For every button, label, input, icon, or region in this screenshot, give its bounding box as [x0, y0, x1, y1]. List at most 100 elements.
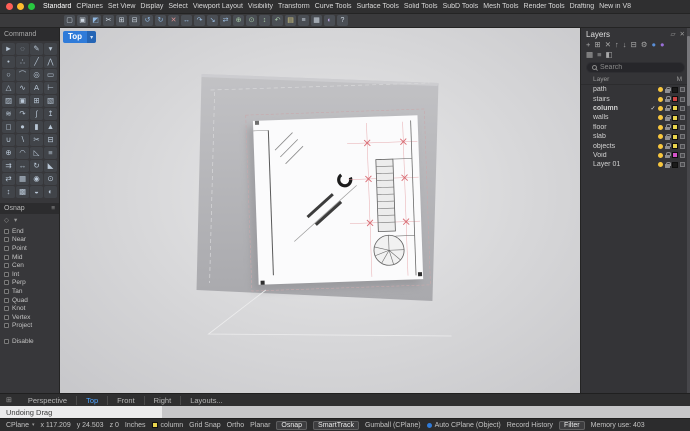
cplane-selector[interactable]: CPlane ▾ [6, 422, 34, 429]
osnap-checkbox[interactable] [4, 255, 9, 260]
toolbar-icon[interactable]: ↶ [272, 15, 283, 26]
tool-icon[interactable]: ► [2, 43, 15, 55]
layer-color-chip[interactable] [672, 152, 678, 158]
tool-icon[interactable]: A [30, 82, 43, 94]
layer-lock-icon[interactable] [665, 152, 670, 158]
gumball-toggle[interactable]: Gumball (CPlane) [365, 422, 421, 429]
menu-item[interactable]: Mesh Tools [483, 3, 518, 10]
tool-icon[interactable]: ⊞ [30, 95, 43, 107]
tool-icon[interactable]: ∫ [30, 108, 43, 120]
toolbar-icon[interactable]: ↷ [194, 15, 205, 26]
tool-icon[interactable]: ⊟ [44, 134, 57, 146]
osnap-option[interactable]: End [4, 227, 55, 236]
layer-lock-icon[interactable] [665, 124, 670, 130]
tool-icon[interactable]: ◠ [16, 147, 29, 159]
tool-icon[interactable]: ↻ [30, 160, 43, 172]
menu-item[interactable]: Display [140, 3, 163, 10]
tool-icon[interactable]: ▨ [2, 95, 15, 107]
menu-item[interactable]: Set View [108, 3, 136, 10]
layer-row[interactable]: column ✓ [581, 104, 690, 113]
layer-color-chip[interactable] [672, 143, 678, 149]
osnap-icon[interactable]: ▾ [14, 216, 17, 224]
layer-row[interactable]: floor [581, 123, 690, 132]
menu-item[interactable]: Transform [278, 3, 310, 10]
tool-icon[interactable]: ▩ [16, 186, 29, 198]
layer-visibility-bulb-icon[interactable] [658, 125, 663, 130]
osnap-option[interactable]: Knot [4, 304, 55, 313]
layers-view-icon[interactable]: ≡ [597, 51, 601, 59]
layer-search-box[interactable] [586, 62, 685, 73]
tool-icon[interactable]: ✎ [30, 43, 43, 55]
tool-icon[interactable]: ⇉ [2, 160, 15, 172]
tool-icon[interactable]: ↕ [2, 186, 15, 198]
layer-search-input[interactable] [600, 64, 672, 71]
layer-material-chip[interactable] [680, 134, 685, 139]
layers-toolbar-icon[interactable]: ✕ [605, 41, 611, 49]
layers-toolbar-icon[interactable]: ⚙ [641, 41, 648, 49]
layer-lock-icon[interactable] [665, 143, 670, 149]
menu-item[interactable]: Render Tools [524, 3, 565, 10]
viewport-tab[interactable]: Front [107, 396, 144, 405]
tool-icon[interactable]: • [2, 56, 15, 68]
layer-color-chip[interactable] [672, 134, 678, 140]
tool-icon[interactable]: ⋀ [44, 56, 57, 68]
layer-visibility-bulb-icon[interactable] [658, 106, 663, 111]
tool-icon[interactable]: △ [2, 82, 15, 94]
osnap-checkbox[interactable] [4, 237, 9, 242]
layer-row[interactable]: stairs [581, 94, 690, 103]
layer-visibility-bulb-icon[interactable] [658, 87, 663, 92]
layer-visibility-bulb-icon[interactable] [658, 97, 663, 102]
viewport-tab[interactable]: Right [144, 396, 181, 405]
menu-item[interactable]: Select [168, 3, 187, 10]
layer-lock-icon[interactable] [665, 87, 670, 93]
layer-color-chip[interactable] [672, 124, 678, 130]
layer-material-chip[interactable] [680, 125, 685, 130]
layer-row[interactable]: objects [581, 141, 690, 150]
toolbar-icon[interactable]: ↕ [259, 15, 270, 26]
toolbar-icon[interactable]: ⊟ [129, 15, 140, 26]
toolbar-icon[interactable]: ↺ [142, 15, 153, 26]
viewport-layout-icon[interactable]: ⊞ [6, 396, 12, 404]
tool-icon[interactable]: ∖ [16, 134, 29, 146]
viewport-tab[interactable]: Perspective [19, 396, 76, 405]
toolbar-icon[interactable]: ⊕ [233, 15, 244, 26]
osnap-checkbox[interactable] [4, 263, 9, 268]
toolbar-icon[interactable]: ▢ [64, 15, 75, 26]
viewport-tab[interactable]: Layouts... [180, 396, 232, 405]
panel-header-icon[interactable]: ✕ [680, 30, 685, 38]
auto-cplane-toggle[interactable]: Auto CPlane (Object) [427, 422, 501, 429]
current-layer-indicator[interactable]: column [152, 422, 184, 429]
tool-icon[interactable]: ◣ [44, 160, 57, 172]
layer-color-chip[interactable] [672, 162, 678, 168]
layer-material-chip[interactable] [680, 97, 685, 102]
maximize-button[interactable] [28, 3, 35, 10]
planar-toggle[interactable]: Planar [250, 422, 270, 429]
tool-icon[interactable]: ⌒ [16, 69, 29, 81]
tool-icon[interactable]: ∿ [16, 82, 29, 94]
tool-icon[interactable]: ⇄ [2, 173, 15, 185]
layer-lock-icon[interactable] [665, 162, 670, 168]
toolbar-icon[interactable]: ✂ [103, 15, 114, 26]
tool-icon[interactable]: ✂ [30, 134, 43, 146]
osnap-checkbox[interactable] [4, 229, 9, 234]
menu-item[interactable]: New in V8 [599, 3, 631, 10]
tool-icon[interactable]: ◺ [30, 147, 43, 159]
layers-toolbar-icon[interactable]: ⊞ [594, 41, 600, 49]
osnap-checkbox[interactable] [4, 306, 9, 311]
tool-icon[interactable]: ↷ [16, 108, 29, 120]
layer-lock-icon[interactable] [665, 134, 670, 140]
osnap-disable-checkbox[interactable] [4, 339, 9, 344]
layers-view-icon[interactable]: ▦ [586, 51, 593, 59]
toolbar-icon[interactable]: ↘ [207, 15, 218, 26]
layers-toolbar-icon[interactable]: ● [652, 41, 657, 49]
osnap-option[interactable]: Quad [4, 296, 55, 305]
tool-icon[interactable]: ● [16, 121, 29, 133]
toolbar-icon[interactable]: ? [337, 15, 348, 26]
tool-icon[interactable]: ▾ [44, 43, 57, 55]
toolbar-icon[interactable]: ▣ [77, 15, 88, 26]
layer-material-chip[interactable] [680, 115, 685, 120]
layers-toolbar-icon[interactable]: + [586, 41, 590, 49]
osnap-icon[interactable]: ◇ [4, 216, 9, 224]
tool-icon[interactable]: ▲ [44, 121, 57, 133]
layers-view-icon[interactable]: ◧ [605, 51, 612, 59]
